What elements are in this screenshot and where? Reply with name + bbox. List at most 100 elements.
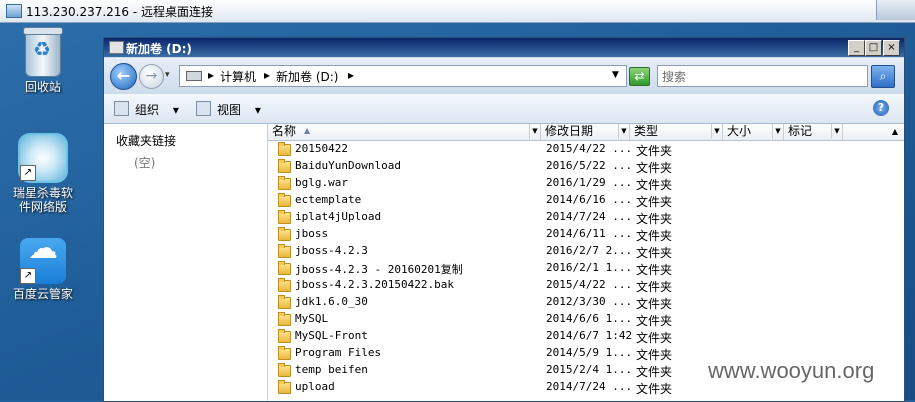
- column-filter-dropdown-icon[interactable]: ▼: [529, 124, 540, 139]
- file-date: 2014/7/24 ...: [546, 380, 633, 393]
- file-name: iplat4jUpload: [295, 210, 382, 223]
- search-icon[interactable]: ⌕: [871, 65, 895, 88]
- file-row[interactable]: iplat4jUpload 2014/7/24 ... 文件夹: [268, 209, 904, 226]
- column-filter-dropdown-icon[interactable]: ▼: [772, 124, 783, 139]
- file-type: 文件夹: [636, 161, 673, 175]
- file-date: 2012/3/30 ...: [546, 295, 633, 308]
- search-input[interactable]: 搜索: [657, 65, 868, 87]
- breadcrumb-computer[interactable]: 计算机: [220, 68, 256, 85]
- command-bar: 组织 ▾ 视图 ▾ ?: [104, 94, 904, 124]
- address-bar[interactable]: ▸ 计算机 ▸ 新加卷 (D:) ▸: [179, 65, 627, 87]
- column-type-label: 类型: [634, 124, 659, 138]
- explorer-window: 新加卷 (D:) _ □ × ← → ▾ ▸ 计算机 ▸ 新加卷 (D:) ▸ …: [103, 37, 905, 402]
- file-row[interactable]: bglg.war 2016/1/29 ... 文件夹: [268, 175, 904, 192]
- file-date: 2015/2/4 1...: [546, 363, 633, 376]
- file-name: jboss-4.2.3 - 20160201复制: [295, 263, 463, 276]
- back-button[interactable]: ←: [110, 63, 137, 90]
- minimize-button[interactable]: _: [848, 40, 865, 56]
- file-date: 2014/6/16 ...: [546, 193, 633, 206]
- file-name: upload: [295, 380, 335, 393]
- desktop-icon-rising-antivirus[interactable]: ↗ 瑞星杀毒软 件网络版: [2, 133, 84, 214]
- column-filter-dropdown-icon[interactable]: ▼: [711, 124, 722, 139]
- file-date: 2014/6/7 1:42: [546, 329, 633, 342]
- file-row[interactable]: jdk1.6.0_30 2012/3/30 ... 文件夹: [268, 294, 904, 311]
- column-header-size[interactable]: 大小 ▼: [723, 124, 784, 140]
- column-header-date[interactable]: 修改日期 ▼: [541, 124, 630, 140]
- file-type: 文件夹: [636, 144, 673, 158]
- drive-icon: [109, 41, 124, 54]
- file-name: bglg.war: [295, 176, 348, 189]
- organize-icon: [114, 101, 129, 116]
- file-date: 2015/4/22 ...: [546, 278, 633, 291]
- file-name: jdk1.6.0_30: [295, 295, 368, 308]
- breadcrumb-separator[interactable]: ▸: [264, 68, 270, 82]
- file-row[interactable]: 20150422 2015/4/22 ... 文件夹: [268, 141, 904, 158]
- file-date: 2016/1/29 ...: [546, 176, 633, 189]
- file-row[interactable]: jboss-4.2.3.20150422.bak 2015/4/22 ... 文件夹: [268, 277, 904, 294]
- forward-button[interactable]: →: [139, 64, 164, 89]
- desktop-icon-recycle-bin[interactable]: 回收站: [2, 27, 84, 94]
- file-type: 文件夹: [636, 229, 673, 243]
- rdp-window-controls[interactable]: [876, 0, 915, 20]
- file-row[interactable]: jboss 2014/6/11 ... 文件夹: [268, 226, 904, 243]
- window-title-bar: 新加卷 (D:) _ □ ×: [104, 38, 904, 57]
- column-filter-dropdown-icon[interactable]: ▼: [831, 124, 842, 139]
- organize-label: 组织: [135, 103, 160, 117]
- file-type: 文件夹: [636, 280, 673, 294]
- file-row[interactable]: MySQL 2014/6/6 1... 文件夹: [268, 311, 904, 328]
- column-date-label: 修改日期: [545, 124, 594, 138]
- file-date: 2014/5/9 1...: [546, 346, 633, 359]
- file-type: 文件夹: [636, 314, 673, 328]
- file-name: BaiduYunDownload: [295, 159, 401, 172]
- desktop-icon-baidu-cloud[interactable]: ↗ 百度云管家: [2, 238, 84, 301]
- shortcut-arrow-icon: ↗: [20, 268, 36, 284]
- breadcrumb-drive-d[interactable]: 新加卷 (D:): [276, 68, 338, 85]
- folder-icon: [278, 295, 291, 309]
- file-row[interactable]: jboss-4.2.3 - 20160201复制 2016/2/1 1... 文件夹: [268, 260, 904, 277]
- column-header-name[interactable]: 名称 ▲ ▼: [268, 124, 541, 140]
- folder-icon: [278, 193, 291, 207]
- navigation-pane: 收藏夹链接 (空): [104, 124, 268, 401]
- breadcrumb-separator[interactable]: ▸: [348, 68, 354, 82]
- column-header-type[interactable]: 类型 ▼: [630, 124, 723, 140]
- file-date: 2016/5/22 ...: [546, 159, 633, 172]
- desktop-icon-label: 百度云管家: [12, 287, 73, 301]
- file-name: ectemplate: [295, 193, 362, 206]
- desktop-icon-label: 回收站: [24, 80, 61, 94]
- close-button[interactable]: ×: [883, 40, 900, 56]
- recent-pages-dropdown-icon[interactable]: ▾: [165, 70, 170, 80]
- folder-icon: [278, 176, 291, 190]
- file-row[interactable]: BaiduYunDownload 2016/5/22 ... 文件夹: [268, 158, 904, 175]
- column-header-tags[interactable]: 标记 ▼: [784, 124, 843, 140]
- folder-icon: [278, 142, 291, 156]
- file-row[interactable]: MySQL-Front 2014/6/7 1:42 文件夹: [268, 328, 904, 345]
- file-name: jboss-4.2.3.20150422.bak: [295, 278, 454, 291]
- recycle-bin-icon: [23, 27, 63, 77]
- remote-desktop-icon: [6, 4, 22, 18]
- address-history-dropdown-icon[interactable]: ▼: [612, 70, 619, 80]
- file-type: 文件夹: [636, 348, 673, 362]
- column-headers: 名称 ▲ ▼ 修改日期 ▼ 类型 ▼ 大小 ▼ 标记 ▼ ▲: [268, 124, 904, 141]
- scroll-up-button[interactable]: ▲: [888, 124, 902, 140]
- folder-icon: [278, 159, 291, 173]
- maximize-button[interactable]: □: [865, 40, 882, 56]
- file-name: Program Files: [295, 346, 382, 359]
- breadcrumb-separator[interactable]: ▸: [208, 68, 214, 82]
- watermark: www.wooyun.org: [708, 358, 875, 383]
- refresh-button[interactable]: ⇄: [629, 67, 650, 86]
- file-type: 文件夹: [636, 365, 673, 379]
- file-row[interactable]: jboss-4.2.3 2016/2/7 2... 文件夹: [268, 243, 904, 260]
- file-row[interactable]: ectemplate 2014/6/16 ... 文件夹: [268, 192, 904, 209]
- folder-icon: [278, 244, 291, 258]
- file-name: MySQL-Front: [295, 329, 368, 342]
- organize-menu[interactable]: 组织 ▾: [114, 101, 179, 118]
- favorite-links-heading[interactable]: 收藏夹链接: [116, 132, 176, 149]
- file-name: jboss: [295, 227, 329, 240]
- folder-icon: [278, 227, 291, 241]
- help-button[interactable]: ?: [873, 100, 889, 116]
- column-filter-dropdown-icon[interactable]: ▼: [618, 124, 629, 139]
- views-label: 视图: [217, 103, 242, 117]
- file-name: jboss-4.2.3: [295, 244, 368, 257]
- rising-antivirus-icon: ↗: [18, 133, 68, 183]
- views-menu[interactable]: 视图 ▾: [196, 101, 261, 118]
